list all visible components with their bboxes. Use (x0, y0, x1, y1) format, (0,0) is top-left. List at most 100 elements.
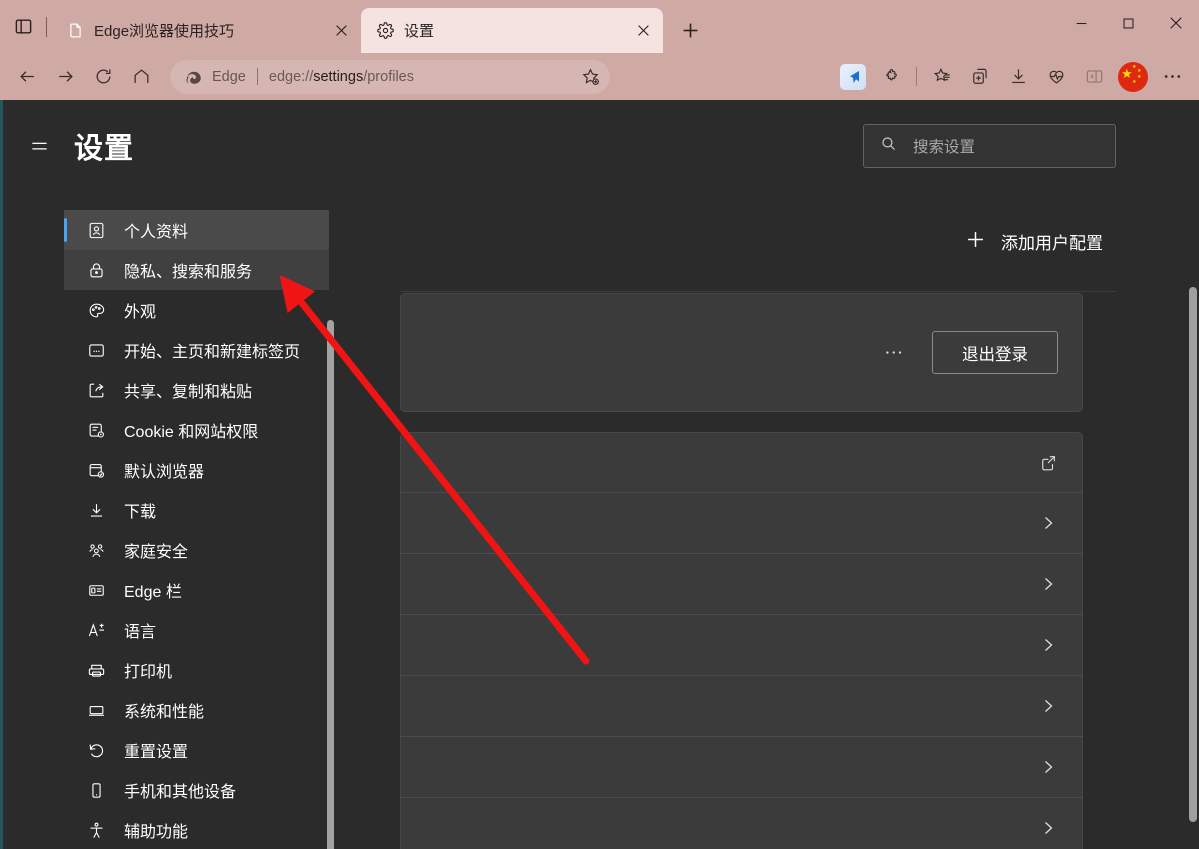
add-user-profile-label: 添加用户配置 (1001, 229, 1103, 254)
favorites-icon[interactable] (923, 60, 961, 94)
url-text: edge://settings/profiles (269, 69, 576, 85)
settings-search-area: 搜索设置 (400, 100, 1199, 192)
sidebar-scrollbar[interactable] (327, 320, 334, 849)
profile-icon (86, 220, 106, 240)
close-window-icon[interactable] (1152, 0, 1199, 46)
download-icon (86, 500, 106, 520)
sidebar-item-accessibility[interactable]: 辅助功能 (64, 810, 329, 849)
search-input[interactable]: 搜索设置 (863, 124, 1116, 168)
sidebar-item-default-browser[interactable]: 默认浏览器 (64, 450, 329, 490)
new-tab-button[interactable] (671, 11, 709, 49)
phone-icon (86, 780, 106, 800)
minimize-icon[interactable] (1058, 0, 1105, 46)
palette-icon (86, 300, 106, 320)
toolbar-divider (916, 67, 917, 86)
language-icon (86, 620, 106, 640)
refresh-icon[interactable] (84, 60, 122, 94)
window-icon (86, 340, 106, 360)
sidebar-item-privacy[interactable]: 隐私、搜索和服务 (64, 250, 329, 290)
omnibox-divider (257, 68, 258, 85)
reset-icon (86, 740, 106, 760)
edge-bar-icon (86, 580, 106, 600)
downloads-icon[interactable] (999, 60, 1037, 94)
list-item[interactable] (400, 554, 1083, 615)
sidebar-item-reset-settings[interactable]: 重置设置 (64, 730, 329, 770)
list-item[interactable] (400, 737, 1083, 798)
list-item[interactable] (400, 615, 1083, 676)
sidebar-item-label: 下载 (124, 498, 156, 522)
sidebar-item-start-home-newtabs[interactable]: 开始、主页和新建标签页 (64, 330, 329, 370)
sidebar-item-label: 默认浏览器 (124, 458, 204, 482)
system-icon (86, 700, 106, 720)
document-icon (65, 21, 85, 41)
sidebar-item-phone-other-devices[interactable]: 手机和其他设备 (64, 770, 329, 810)
more-options-icon[interactable] (1153, 60, 1191, 94)
plus-icon (967, 231, 984, 253)
search-placeholder: 搜索设置 (913, 135, 975, 157)
back-icon[interactable] (8, 60, 46, 94)
sign-out-button[interactable]: 退出登录 (932, 331, 1058, 374)
tab-strip: Edge浏览器使用技巧 设置 (0, 0, 1199, 53)
profile-card: 退出登录 (400, 293, 1083, 412)
close-icon[interactable] (327, 17, 355, 45)
sidebar-item-system-performance[interactable]: 系统和性能 (64, 690, 329, 730)
accessibility-icon (86, 820, 106, 840)
maximize-icon[interactable] (1105, 0, 1152, 46)
sidebar-item-appearance[interactable]: 外观 (64, 290, 329, 330)
sidebar-item-languages[interactable]: 语言 (64, 610, 329, 650)
sidebar-item-printers[interactable]: 打印机 (64, 650, 329, 690)
sidebar-item-label: 个人资料 (124, 218, 188, 242)
tab-title: Edge浏览器使用技巧 (94, 20, 318, 41)
tab-title: 设置 (404, 20, 620, 41)
sidebar-item-profiles[interactable]: 个人资料 (64, 210, 329, 250)
chevron-right-icon (1038, 818, 1058, 838)
tab-inactive[interactable]: Edge浏览器使用技巧 (51, 8, 361, 53)
list-item[interactable] (400, 493, 1083, 554)
browser-essentials-icon[interactable] (1037, 60, 1075, 94)
tab-actions-icon[interactable] (0, 0, 46, 53)
sidebar-item-edge-bar[interactable]: Edge 栏 (64, 570, 329, 610)
add-favorite-icon[interactable] (576, 63, 604, 91)
browser-chrome: Edge浏览器使用技巧 设置 (0, 0, 1199, 100)
settings-nav-list: 个人资料 隐私、搜索和服务 (0, 192, 400, 849)
sidebar-item-label: 外观 (124, 298, 156, 322)
hamburger-menu-icon[interactable] (22, 129, 56, 163)
profiles-panel: 添加用户配置 退出登录 (400, 192, 1199, 849)
list-item[interactable] (400, 432, 1083, 493)
close-icon[interactable] (629, 17, 657, 45)
list-item[interactable] (400, 676, 1083, 737)
cookie-icon (86, 420, 106, 440)
profile-settings-rows (400, 432, 1083, 849)
chevron-right-icon (1038, 635, 1058, 655)
list-item[interactable] (400, 798, 1083, 849)
sidebar-item-label: Edge 栏 (124, 578, 182, 602)
sidebar-item-downloads[interactable]: 下载 (64, 490, 329, 530)
profile-more-options-icon[interactable] (878, 337, 910, 369)
tabstrip-divider (46, 17, 47, 37)
address-bar[interactable]: Edge edge://settings/profiles (170, 60, 610, 94)
avatar[interactable]: ★★★★★ (1118, 62, 1148, 92)
sidebar-item-share-copy-paste[interactable]: 共享、复制和粘贴 (64, 370, 329, 410)
extensions-icon[interactable] (872, 60, 910, 94)
sidebar-item-label: 辅助功能 (124, 818, 188, 842)
copilot-icon[interactable] (834, 60, 872, 94)
sidebar-item-cookies-permissions[interactable]: Cookie 和网站权限 (64, 410, 329, 450)
home-icon[interactable] (122, 60, 160, 94)
content-scrollbar[interactable] (1189, 287, 1197, 822)
page-title: 设置 (74, 125, 134, 167)
forward-icon[interactable] (46, 60, 84, 94)
sidebar-item-label: 手机和其他设备 (124, 778, 236, 802)
default-browser-icon (86, 460, 106, 480)
sidebar-item-label: 开始、主页和新建标签页 (124, 338, 300, 362)
browser-toolbar: Edge edge://settings/profiles (0, 53, 1199, 100)
settings-header: 设置 (0, 100, 400, 192)
sidebar-item-label: 家庭安全 (124, 538, 188, 562)
window-left-edge (0, 100, 3, 849)
tab-active[interactable]: 设置 (361, 8, 663, 53)
collections-icon[interactable] (961, 60, 999, 94)
split-screen-icon[interactable] (1075, 60, 1113, 94)
sidebar-item-family-safety[interactable]: 家庭安全 (64, 530, 329, 570)
chevron-right-icon (1038, 696, 1058, 716)
search-icon (880, 135, 897, 157)
add-user-profile-button[interactable]: 添加用户配置 (957, 221, 1113, 262)
